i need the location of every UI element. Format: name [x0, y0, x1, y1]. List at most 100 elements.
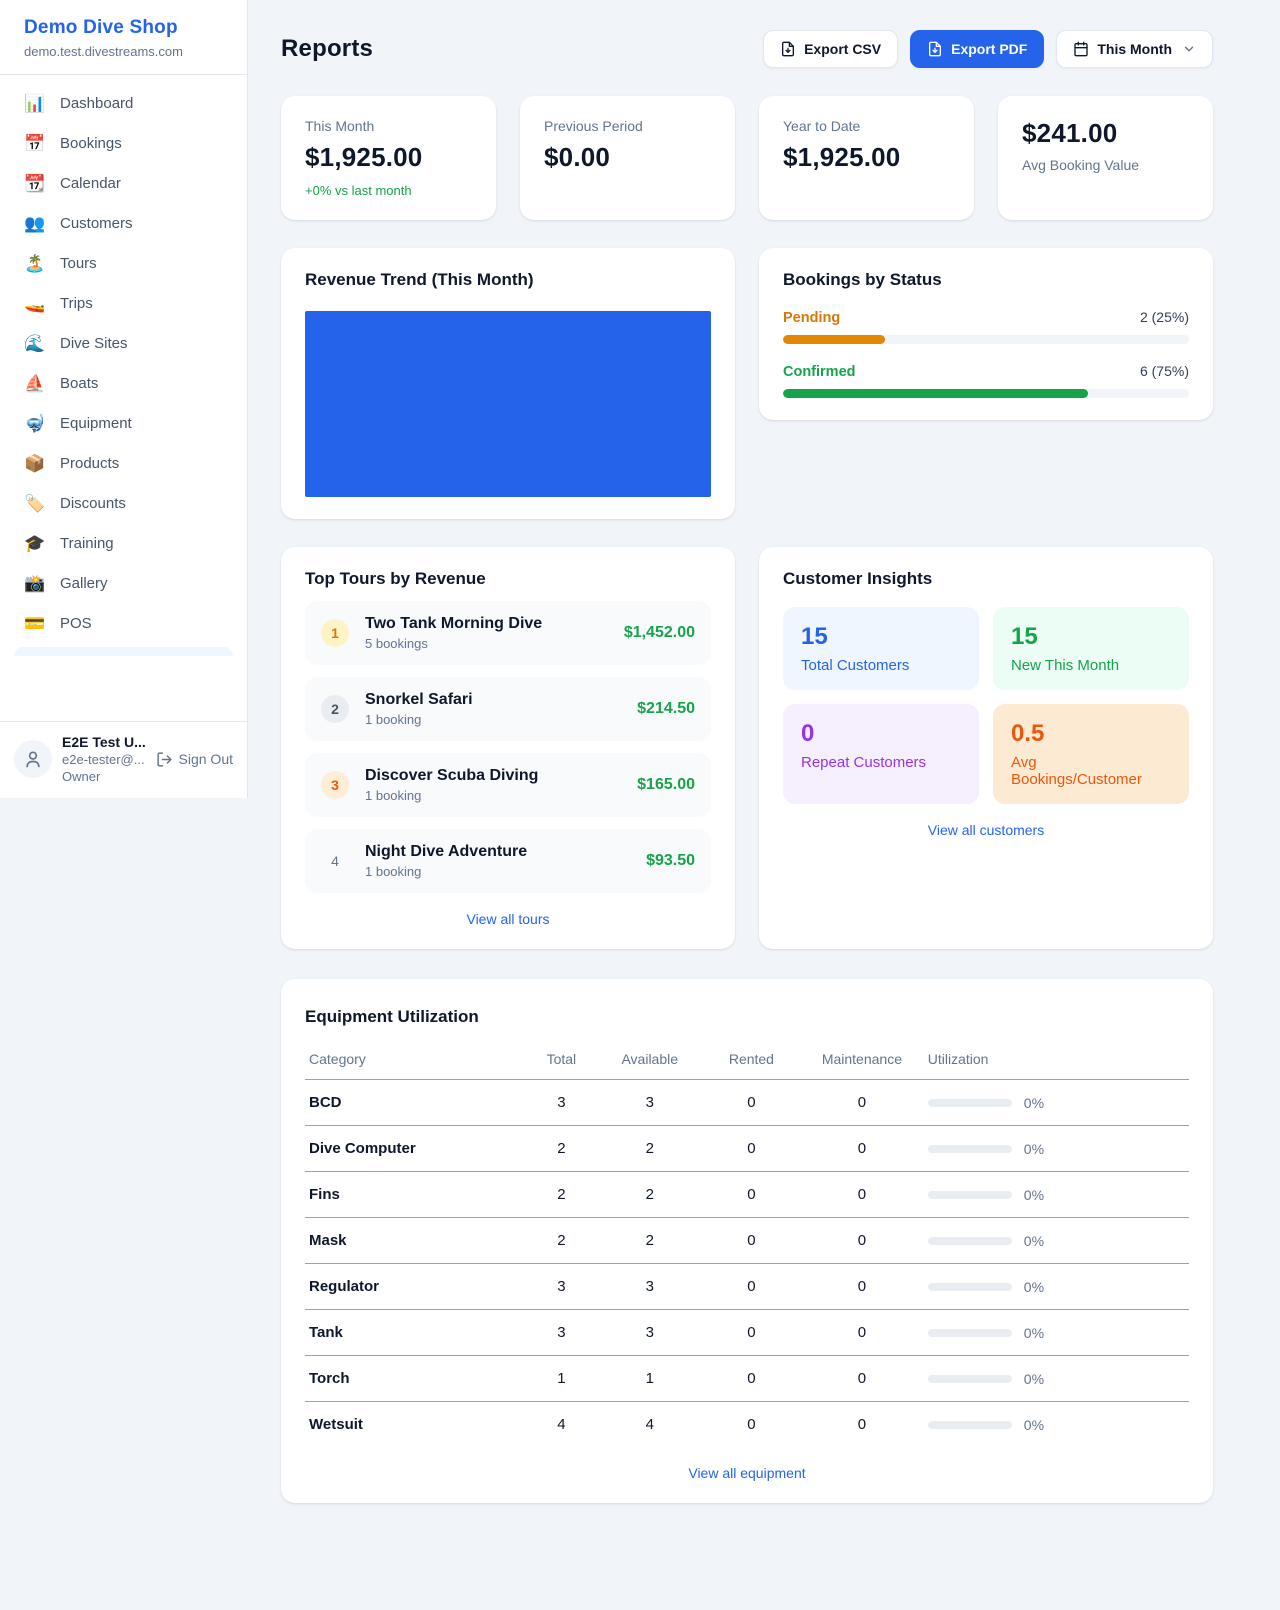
tour-bookings: 1 booking	[365, 712, 621, 727]
cell-utilization: 0%	[924, 1172, 1189, 1218]
cell-maintenance: 0	[800, 1402, 924, 1448]
tile-avg-bookings-customer: 0.5 Avg Bookings/Customer	[993, 704, 1189, 804]
stat-card-this-month: This Month $1,925.00 +0% vs last month	[281, 96, 496, 220]
sidebar-item-pos[interactable]: 💳 POS	[12, 607, 235, 640]
view-all-customers-link[interactable]: View all customers	[783, 822, 1189, 838]
sidebar-item-products[interactable]: 📦 Products	[12, 447, 235, 480]
calendar-icon: 📆	[24, 175, 46, 192]
cell-utilization: 0%	[924, 1402, 1189, 1448]
sign-out-button[interactable]: Sign Out	[156, 751, 233, 768]
equipment-utilization-card: Equipment Utilization Category Total Ava…	[281, 979, 1213, 1503]
tour-row: 3 Discover Scuba Diving 1 booking $165.0…	[305, 753, 711, 817]
tile-new-this-month: 15 New This Month	[993, 607, 1189, 690]
sidebar-item-customers[interactable]: 👥 Customers	[12, 207, 235, 240]
view-all-equipment-link[interactable]: View all equipment	[305, 1465, 1189, 1481]
cell-available: 3	[597, 1080, 703, 1126]
sidebar-item-gallery[interactable]: 📸 Gallery	[12, 567, 235, 600]
utilization-bar	[928, 1421, 1012, 1429]
tour-row: 2 Snorkel Safari 1 booking $214.50	[305, 677, 711, 741]
status-row-confirmed: Confirmed 6 (75%)	[783, 363, 1189, 398]
sign-out-label: Sign Out	[179, 751, 233, 767]
tour-name: Discover Scuba Diving	[365, 767, 621, 785]
status-label: Confirmed	[783, 364, 856, 380]
view-all-tours-link[interactable]: View all tours	[305, 911, 711, 927]
period-dropdown[interactable]: This Month	[1056, 30, 1213, 68]
tile-label: Repeat Customers	[801, 754, 961, 771]
sidebar-item-trips[interactable]: 🚤 Trips	[12, 287, 235, 320]
cell-category: Regulator	[305, 1264, 526, 1310]
sidebar-item-training[interactable]: 🎓 Training	[12, 527, 235, 560]
status-row-pending: Pending 2 (25%)	[783, 309, 1189, 344]
cell-rented: 0	[703, 1172, 800, 1218]
revenue-trend-card: Revenue Trend (This Month)	[281, 248, 735, 519]
package-icon: 📦	[24, 455, 46, 472]
table-row: Wetsuit 4 4 0 0 0%	[305, 1402, 1189, 1448]
status-bar-fill	[783, 335, 885, 344]
brand-domain: demo.test.divestreams.com	[24, 44, 223, 59]
cell-utilization: 0%	[924, 1356, 1189, 1402]
tour-row: 4 Night Dive Adventure 1 booking $93.50	[305, 829, 711, 893]
tour-revenue: $1,452.00	[624, 624, 695, 642]
sidebar-item-equipment[interactable]: 🤿 Equipment	[12, 407, 235, 440]
sidebar-item-dive-sites[interactable]: 🌊 Dive Sites	[12, 327, 235, 360]
sidebar-nav: 📊 Dashboard 📅 Bookings 📆 Calendar 👥 Cust…	[0, 75, 247, 721]
camera-icon: 📸	[24, 575, 46, 592]
cell-total: 3	[526, 1310, 597, 1356]
stat-label: Avg Booking Value	[1022, 157, 1189, 173]
user-meta: E2E Test U... e2e-tester@... Owner	[62, 734, 146, 784]
table-row: Fins 2 2 0 0 0%	[305, 1172, 1189, 1218]
graduation-cap-icon: 🎓	[24, 535, 46, 552]
sidebar-item-tours[interactable]: 🏝️ Tours	[12, 247, 235, 280]
cell-available: 3	[597, 1264, 703, 1310]
tour-bookings: 1 booking	[365, 788, 621, 803]
sidebar-item-bookings[interactable]: 📅 Bookings	[12, 127, 235, 160]
cell-utilization: 0%	[924, 1264, 1189, 1310]
sidebar-item-dashboard[interactable]: 📊 Dashboard	[12, 87, 235, 120]
cell-category: Wetsuit	[305, 1402, 526, 1448]
export-pdf-button[interactable]: Export PDF	[910, 30, 1044, 68]
cell-maintenance: 0	[800, 1310, 924, 1356]
cell-utilization: 0%	[924, 1310, 1189, 1356]
tour-name: Night Dive Adventure	[365, 843, 630, 861]
status-bar-track	[783, 389, 1189, 398]
utilization-bar	[928, 1329, 1012, 1337]
sidebar-item-label: Dashboard	[60, 95, 133, 112]
file-export-icon	[927, 41, 943, 57]
customers-icon: 👥	[24, 215, 46, 232]
bookings-by-status-card: Bookings by Status Pending 2 (25%) Confi…	[759, 248, 1213, 420]
customer-insights-card: Customer Insights 15 Total Customers 15 …	[759, 547, 1213, 949]
sidebar-item-label: POS	[60, 615, 92, 632]
rank-badge: 1	[321, 619, 349, 647]
cell-utilization: 0%	[924, 1218, 1189, 1264]
header-actions: Export CSV Export PDF This Month	[763, 30, 1213, 68]
sidebar-item-discounts[interactable]: 🏷️ Discounts	[12, 487, 235, 520]
sidebar-item-reports-partial[interactable]	[14, 647, 233, 656]
export-csv-button[interactable]: Export CSV	[763, 30, 898, 68]
col-available: Available	[597, 1045, 703, 1080]
status-count: 2 (25%)	[1140, 309, 1189, 325]
cell-utilization: 0%	[924, 1080, 1189, 1126]
calendar-icon	[1073, 41, 1089, 57]
tour-revenue: $214.50	[637, 700, 695, 718]
rank-badge: 2	[321, 695, 349, 723]
stat-label: Previous Period	[544, 118, 711, 134]
stat-value: $1,925.00	[305, 142, 472, 173]
rank-badge: 3	[321, 771, 349, 799]
sidebar-item-label: Bookings	[60, 135, 122, 152]
sidebar-item-calendar[interactable]: 📆 Calendar	[12, 167, 235, 200]
topbar: Reports Export CSV Export PDF	[281, 30, 1213, 68]
sidebar-item-label: Discounts	[60, 495, 126, 512]
cell-total: 2	[526, 1218, 597, 1264]
sidebar-item-label: Products	[60, 455, 119, 472]
col-rented: Rented	[703, 1045, 800, 1080]
sidebar-item-boats[interactable]: ⛵ Boats	[12, 367, 235, 400]
utilization-bar	[928, 1099, 1012, 1107]
stat-delta: +0% vs last month	[305, 183, 472, 198]
cell-category: Dive Computer	[305, 1126, 526, 1172]
stat-card-avg-booking-value: $241.00 Avg Booking Value	[998, 96, 1213, 220]
status-bar-fill	[783, 389, 1088, 398]
main-content: Reports Export CSV Export PDF	[248, 0, 1280, 1543]
tour-revenue: $165.00	[637, 776, 695, 794]
cell-category: BCD	[305, 1080, 526, 1126]
tour-bookings: 1 booking	[365, 864, 630, 879]
